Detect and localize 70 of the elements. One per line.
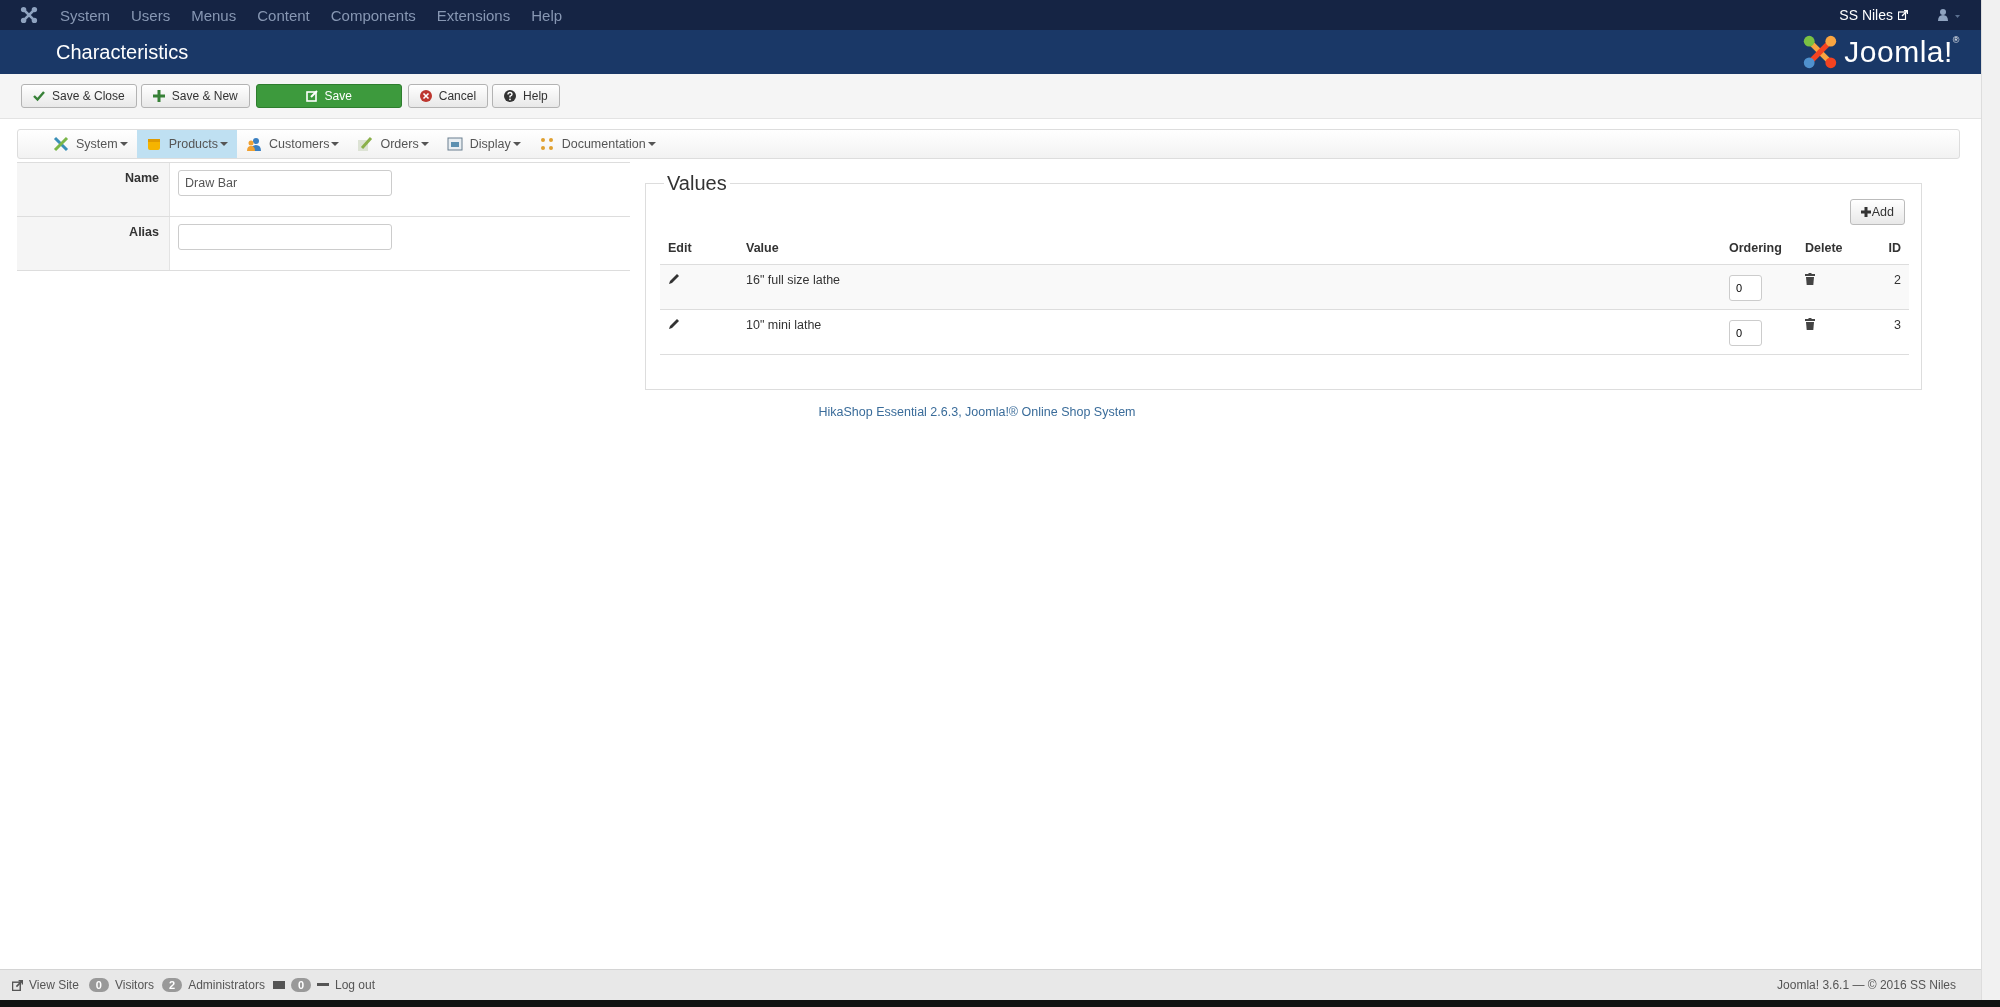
component-menu-item[interactable]: Display [437, 130, 530, 158]
external-link-icon [1898, 10, 1908, 20]
people-icon [246, 136, 263, 152]
column-header: Ordering [1721, 235, 1797, 265]
top-menu-item[interactable]: Components [330, 6, 416, 24]
screen-icon [446, 136, 463, 152]
check-icon [33, 90, 45, 102]
panel-legend: Values [664, 172, 730, 195]
edit-icon [305, 90, 318, 102]
box-icon [145, 136, 162, 152]
column-header: ID [1873, 235, 1909, 265]
cancel-icon [419, 90, 432, 102]
id-cell: 2 [1894, 273, 1901, 287]
count-badge: 0 [88, 978, 109, 992]
page-title: Characteristics [56, 40, 189, 64]
value-cell: 16" full size lathe [746, 273, 841, 287]
trash-icon[interactable] [1805, 273, 1815, 285]
value-cell: 10" mini lathe [746, 318, 822, 332]
component-menu-item[interactable]: System [44, 130, 137, 158]
toolbar-button[interactable]: Save & New [140, 84, 250, 108]
minus-icon [317, 983, 329, 987]
pencil-paper-icon [357, 136, 374, 152]
pencil-icon[interactable] [668, 318, 680, 330]
component-menu-item[interactable]: Orders [348, 130, 438, 158]
ordering-field[interactable]: 0 [1729, 320, 1762, 346]
plus-icon [1860, 207, 1871, 217]
text-field[interactable] [178, 224, 392, 250]
logout-link[interactable]: Log out [335, 978, 376, 992]
joomla-logo-text: Joomla!$^{®}$ [1844, 35, 1960, 69]
scrollbar[interactable] [1981, 0, 2000, 1000]
administrators-label: Administrators [188, 978, 265, 992]
version-text: Joomla! 3.6.1 — © 2016 SS Niles [1777, 978, 1956, 992]
field-label-cell: Name [17, 163, 170, 216]
plus-icon [152, 90, 165, 102]
top-menu-item[interactable]: Content [257, 6, 310, 24]
top-menu-item[interactable]: Help [531, 6, 563, 24]
help-icon [504, 90, 517, 102]
tools-icon [53, 136, 69, 152]
top-menu-item[interactable]: Menus [191, 6, 237, 24]
text-field[interactable]: Draw Bar [178, 170, 392, 196]
top-menu-item[interactable]: Extensions [436, 6, 511, 24]
trash-icon[interactable] [1805, 318, 1815, 330]
component-menu-item[interactable]: Documentation [529, 130, 665, 158]
toolbar-button[interactable]: Cancel [407, 84, 489, 108]
toolbar-button[interactable]: Save [255, 84, 402, 108]
column-header: Delete [1797, 235, 1873, 265]
visitors-label: Visitors [114, 978, 155, 992]
user-menu-icon[interactable] [1938, 9, 1962, 21]
add-button[interactable]: Add [1849, 199, 1905, 225]
dots-icon [538, 136, 555, 152]
ordering-field[interactable]: 0 [1729, 275, 1762, 301]
component-menu-item[interactable]: Customers [237, 130, 349, 158]
column-header: Edit [660, 235, 738, 265]
toolbar-button[interactable]: Save & Close [21, 84, 137, 108]
top-menu-item[interactable]: System [60, 6, 110, 24]
count-badge: 0 [290, 978, 311, 992]
field-label-cell: Alias [17, 217, 170, 270]
pencil-icon[interactable] [668, 273, 680, 285]
joomla-logo-icon[interactable] [20, 6, 38, 24]
id-cell: 3 [1894, 318, 1901, 332]
toolbar-button[interactable]: Help [492, 84, 560, 108]
external-link-icon [12, 979, 23, 991]
footer-link[interactable]: HikaShop Essential 2.6.3, Joomla!® Online Shop System [818, 405, 1136, 419]
component-menu-item[interactable]: Products [136, 130, 238, 158]
joomla-logo-icon [1802, 34, 1839, 70]
count-badge: 2 [162, 978, 183, 992]
user-link[interactable]: SS Niles [1839, 7, 1893, 23]
top-menu-item[interactable]: Users [131, 6, 171, 24]
view-site-link[interactable]: View Site [29, 978, 79, 992]
column-header: Value [738, 235, 1721, 265]
